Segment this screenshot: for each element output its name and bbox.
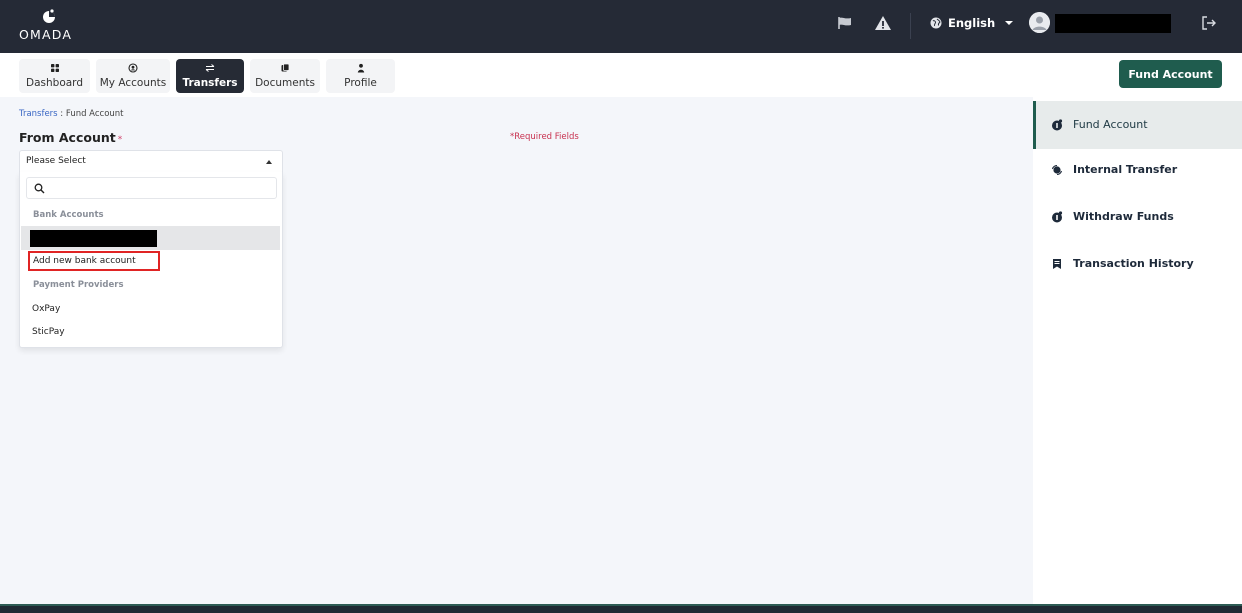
dropdown-search[interactable]	[26, 177, 277, 199]
required-star: *	[117, 135, 123, 145]
side-item-internal-transfer-label: Internal Transfer	[1073, 163, 1178, 176]
side-item-transaction-history[interactable]: Transaction History	[1033, 240, 1242, 288]
nav-my-accounts-label: My Accounts	[99, 77, 167, 89]
bank-account-redacted	[30, 230, 157, 247]
nav-documents[interactable]: Documents	[250, 59, 320, 93]
language-label: English	[948, 16, 996, 30]
top-bar: OMADA English	[0, 0, 1242, 53]
avatar[interactable]	[1029, 12, 1050, 33]
dashboard-icon	[50, 64, 59, 72]
dropdown-search-input[interactable]	[49, 180, 274, 196]
nav-dashboard-label: Dashboard	[26, 77, 83, 89]
option-sticpay[interactable]: SticPay	[32, 327, 65, 337]
alert-icon[interactable]	[874, 14, 892, 32]
add-new-bank-account-label: Add new bank account	[33, 256, 136, 266]
logout-icon[interactable]	[1200, 14, 1218, 32]
footer-bar	[0, 604, 1242, 613]
select-value: Please Select	[26, 156, 86, 166]
avatar-icon	[1029, 12, 1050, 33]
account-dropdown: Bank Accounts Add new bank account Payme…	[19, 172, 283, 348]
breadcrumb: Transfers : Fund Account	[19, 109, 124, 119]
profile-icon	[357, 63, 364, 73]
group-bank-accounts: Bank Accounts	[33, 210, 104, 220]
nav-transfers-label: Transfers	[182, 77, 238, 89]
transfer-icon	[205, 64, 215, 72]
add-new-bank-account-option[interactable]: Add new bank account	[28, 251, 160, 271]
fund-account-button[interactable]: Fund Account	[1119, 60, 1222, 88]
nav-profile[interactable]: Profile	[326, 59, 395, 93]
side-item-fund-account[interactable]: Fund Account	[1033, 101, 1242, 149]
internal-transfer-icon	[1051, 164, 1063, 176]
globe-icon	[930, 17, 942, 29]
from-account-select[interactable]: Please Select	[19, 150, 283, 172]
nav-documents-label: Documents	[255, 77, 315, 89]
side-item-withdraw-funds[interactable]: Withdraw Funds	[1033, 193, 1242, 241]
user-name-redacted	[1055, 14, 1171, 33]
nav-dashboard[interactable]: Dashboard	[19, 59, 90, 93]
side-item-fund-account-label: Fund Account	[1073, 118, 1148, 131]
header-divider	[910, 13, 911, 39]
fund-icon	[1052, 119, 1063, 131]
history-icon	[1053, 259, 1061, 269]
chevron-up-icon[interactable]	[266, 160, 272, 164]
side-menu: Fund Account Internal Transfer Withdraw …	[1033, 97, 1242, 604]
side-item-withdraw-funds-label: Withdraw Funds	[1073, 210, 1174, 223]
group-payment-providers: Payment Providers	[33, 280, 124, 290]
nav-transfers[interactable]: Transfers	[176, 59, 244, 93]
withdraw-icon	[1052, 211, 1063, 223]
bank-account-option[interactable]	[21, 226, 280, 250]
accounts-icon	[128, 63, 138, 73]
flag-icon[interactable]	[836, 14, 854, 32]
nav-my-accounts[interactable]: My Accounts	[96, 59, 170, 93]
logo-text: OMADA	[19, 27, 73, 42]
breadcrumb-separator: :	[57, 109, 66, 119]
documents-icon	[281, 63, 290, 72]
from-account-label-text: From Account	[19, 130, 116, 145]
main-nav: Dashboard My Accounts Transfers Document…	[0, 53, 1242, 97]
option-oxpay[interactable]: OxPay	[32, 304, 60, 314]
search-icon	[34, 183, 45, 194]
logo-mark-icon	[43, 9, 55, 23]
breadcrumb-current: Fund Account	[65, 109, 124, 119]
nav-profile-label: Profile	[344, 77, 377, 89]
breadcrumb-transfers-link[interactable]: Transfers	[19, 109, 58, 119]
language-selector[interactable]: English	[930, 13, 1014, 33]
side-item-transaction-history-label: Transaction History	[1073, 257, 1194, 270]
chevron-down-icon	[1005, 21, 1014, 25]
omada-logo[interactable]: OMADA	[19, 7, 79, 47]
required-fields-note: *Required Fields	[510, 132, 579, 142]
from-account-label: From Account *	[19, 130, 122, 145]
side-item-internal-transfer[interactable]: Internal Transfer	[1033, 146, 1242, 194]
